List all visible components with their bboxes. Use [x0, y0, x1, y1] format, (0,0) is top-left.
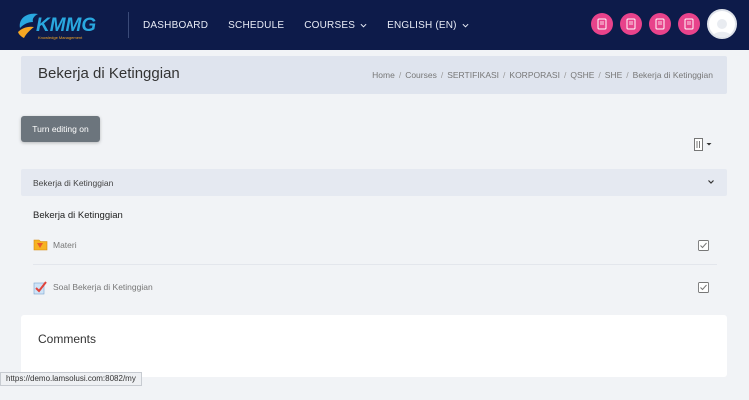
chevron-down-icon [708, 180, 714, 184]
breadcrumb-home[interactable]: Home [372, 70, 395, 80]
caret-down-icon [706, 143, 712, 146]
logo-subtext: Knowledge Management [38, 35, 83, 40]
nav-dashboard[interactable]: DASHBOARD [143, 20, 208, 31]
breadcrumb-separator: / [626, 70, 629, 80]
breadcrumb: Home / Courses / SERTIFIKASI / KORPORASI / Q… [372, 70, 713, 80]
gradebook-icon [694, 137, 703, 151]
document-icon [684, 18, 694, 30]
nav-action-icons [591, 9, 737, 39]
folder-icon [33, 239, 48, 251]
nav-divider [128, 12, 129, 38]
user-icon [712, 19, 732, 37]
user-avatar[interactable] [707, 9, 737, 39]
page-title: Bekerja di Ketinggian [38, 65, 180, 82]
completion-checkbox-icon[interactable] [698, 282, 709, 293]
activity-label[interactable]: Soal Bekerja di Ketinggian [53, 282, 153, 292]
breadcrumb-separator: / [440, 70, 444, 80]
nav-schedule[interactable]: SCHEDULE [228, 20, 284, 31]
breadcrumb-separator: / [563, 70, 567, 80]
action-button-3[interactable] [649, 13, 671, 35]
turn-editing-on-button[interactable]: Turn editing on [21, 116, 100, 142]
breadcrumb-sertifikasi[interactable]: SERTIFIKASI [447, 70, 499, 80]
document-icon [655, 18, 665, 30]
activity-item[interactable]: Soal Bekerja di Ketinggian [33, 267, 717, 307]
activity-label[interactable]: Materi [53, 240, 77, 250]
completion-checkbox-icon[interactable] [698, 240, 709, 251]
breadcrumb-separator: / [598, 70, 601, 80]
section-name: Bekerja di Ketinggian [33, 210, 123, 221]
action-button-2[interactable] [620, 13, 642, 35]
breadcrumb-current: Bekerja di Ketinggian [632, 70, 713, 80]
nav-schedule-label: SCHEDULE [228, 19, 285, 31]
breadcrumb-qshe[interactable]: QSHE [570, 70, 594, 80]
page-header: Bekerja di Ketinggian Home / Courses / SER… [21, 56, 727, 94]
site-logo[interactable]: KMMG Knowledge Management [14, 8, 124, 42]
nav-language-dropdown[interactable]: ENGLISH (EN) [387, 20, 469, 31]
nav-courses-label: COURSES [304, 19, 356, 31]
quiz-icon [33, 280, 47, 294]
action-button-1[interactable] [591, 13, 613, 35]
document-icon [626, 18, 636, 30]
comments-block: Comments [21, 315, 727, 377]
action-button-4[interactable] [678, 13, 700, 35]
nav-links: DASHBOARD SCHEDULE COURSES ENGLISH (EN) [143, 0, 469, 50]
breadcrumb-separator: / [503, 70, 506, 80]
activity-item[interactable]: Materi [33, 225, 717, 265]
breadcrumb-korporasi[interactable]: KORPORASI [509, 70, 560, 80]
breadcrumb-courses[interactable]: Courses [405, 70, 437, 80]
breadcrumb-she[interactable]: SHE [605, 70, 622, 80]
nav-language-label: ENGLISH (EN) [387, 19, 457, 31]
section-header[interactable]: Bekerja di Ketinggian [21, 169, 727, 196]
chevron-down-icon [462, 23, 469, 28]
nav-courses-dropdown[interactable]: COURSES [304, 20, 367, 31]
course-tools-menu[interactable] [694, 137, 712, 151]
breadcrumb-separator: / [398, 70, 402, 80]
nav-dashboard-label: DASHBOARD [143, 19, 209, 31]
comments-title: Comments [38, 332, 97, 346]
logo-text: KMMG [36, 15, 96, 36]
section-title: Bekerja di Ketinggian [33, 178, 114, 188]
top-navbar: KMMG Knowledge Management DASHBOARD SCHE… [0, 0, 749, 50]
document-icon [597, 18, 607, 30]
status-bar-url: https://demo.lamsolusi.com:8082/my [0, 372, 142, 386]
chevron-down-icon [360, 23, 367, 28]
